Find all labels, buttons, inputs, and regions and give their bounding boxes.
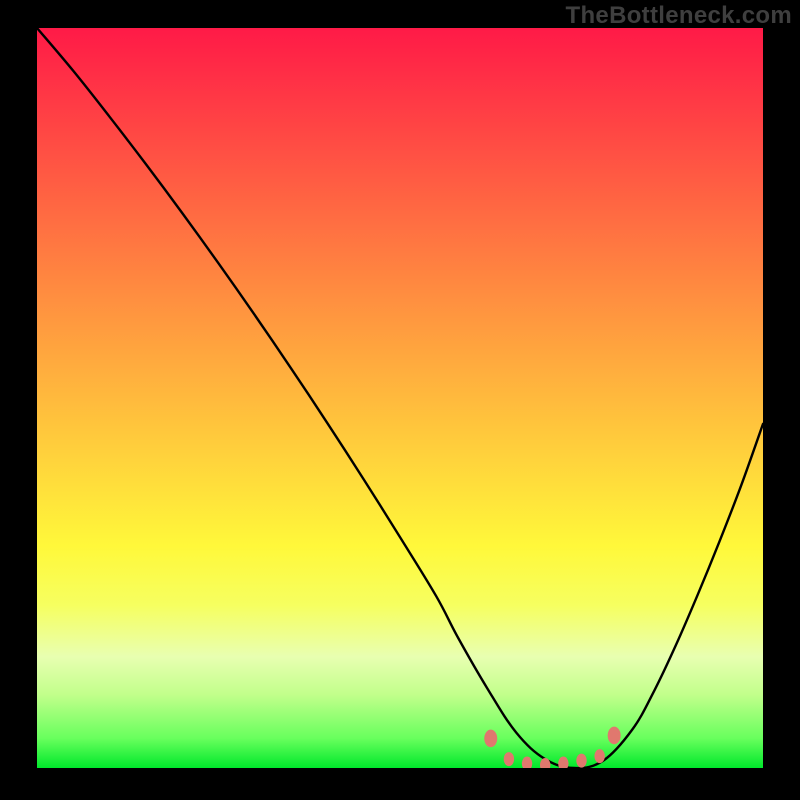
plot-background-gradient [37, 28, 763, 768]
chart-frame: TheBottleneck.com [0, 0, 800, 800]
watermark-text: TheBottleneck.com [566, 2, 792, 30]
